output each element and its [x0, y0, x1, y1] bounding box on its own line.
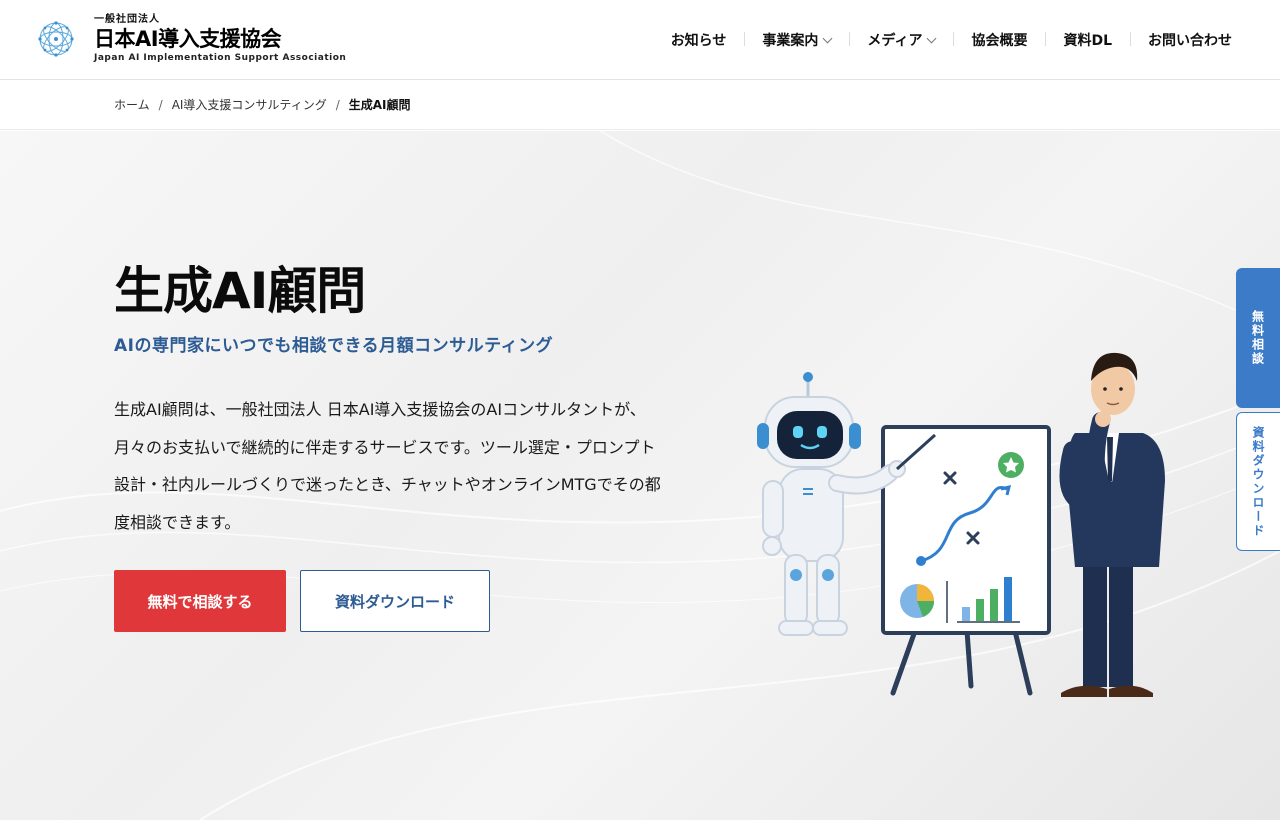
chevron-down-icon — [822, 33, 833, 43]
network-globe-icon — [38, 21, 74, 57]
site-logo[interactable]: 一般社団法人 日本AI導入支援協会 Japan AI Implementatio… — [36, 14, 346, 64]
breadcrumb-home[interactable]: ホーム — [114, 96, 150, 113]
nav-item-label: 協会概要 — [971, 33, 1028, 49]
nav-item-label: メディア — [867, 33, 923, 49]
side-tab-label: 資料ダウンロード — [1251, 425, 1265, 538]
page-title: 生成AI顧問 — [114, 262, 366, 320]
site-header: 一般社団法人 日本AI導入支援協会 Japan AI Implementatio… — [0, 0, 1280, 80]
side-tab-document-download[interactable]: 資料ダウンロード — [1236, 412, 1280, 551]
nav-item-contact[interactable]: お問い合わせ — [1130, 30, 1250, 50]
breadcrumb-separator: / — [335, 97, 340, 112]
logo-subtitle: 一般社団法人 — [94, 14, 160, 25]
main-nav: お知らせ 事業案内 メディア 協会概要 資料DL お問い合わせ — [653, 0, 1250, 80]
breadcrumb-parent[interactable]: AI導入支援コンサルティング — [172, 96, 327, 113]
hero-description: 生成AI顧問は、一般社団法人 日本AI導入支援協会のAIコンサルタントが、 月々… — [114, 391, 714, 541]
nav-item-download[interactable]: 資料DL — [1045, 30, 1130, 50]
robot-presenting-illustration — [757, 352, 1165, 697]
nav-item-label: お知らせ — [670, 33, 727, 49]
breadcrumb: ホーム / AI導入支援コンサルティング / 生成AI顧問 — [0, 80, 1280, 130]
description-line: 度相談できます。 — [114, 512, 241, 532]
description-line: 生成AI顧問は、一般社団法人 日本AI導入支援協会のAIコンサルタントが、 — [114, 400, 646, 419]
download-document-button[interactable]: 資料ダウンロード — [300, 570, 490, 632]
nav-item-label: 資料DL — [1063, 33, 1112, 49]
breadcrumb-current: 生成AI顧問 — [348, 98, 411, 112]
nav-item-news[interactable]: お知らせ — [653, 30, 745, 50]
breadcrumb-separator: / — [158, 97, 163, 112]
hero-section: 生成AI顧問 AIの専門家にいつでも相談できる月額コンサルティング 生成AI顧問… — [0, 131, 1280, 820]
chevron-down-icon — [927, 33, 937, 43]
side-tab-free-consult[interactable]: 無料相談 — [1236, 268, 1280, 408]
side-tab-label: 無料相談 — [1250, 310, 1265, 366]
nav-item-services[interactable]: 事業案内 — [744, 30, 849, 50]
description-line: 月々のお支払いで継続的に伴走するサービスです。ツール選定・プロンプト — [114, 437, 656, 457]
nav-item-about[interactable]: 協会概要 — [953, 30, 1045, 50]
description-line: 設計・社内ルールづくりで迷ったとき、チャットやオンラインMTGでその都 — [114, 475, 661, 494]
nav-item-label: 事業案内 — [762, 33, 819, 49]
logo-english: Japan AI Implementation Support Associat… — [94, 53, 347, 63]
logo-title: 日本AI導入支援協会 — [94, 27, 282, 51]
hero-subtitle: AIの専門家にいつでも相談できる月額コンサルティング — [114, 336, 554, 356]
nav-item-label: お問い合わせ — [1148, 33, 1232, 49]
nav-item-media[interactable]: メディア — [849, 30, 953, 50]
free-consult-button[interactable]: 無料で相談する — [114, 570, 286, 632]
